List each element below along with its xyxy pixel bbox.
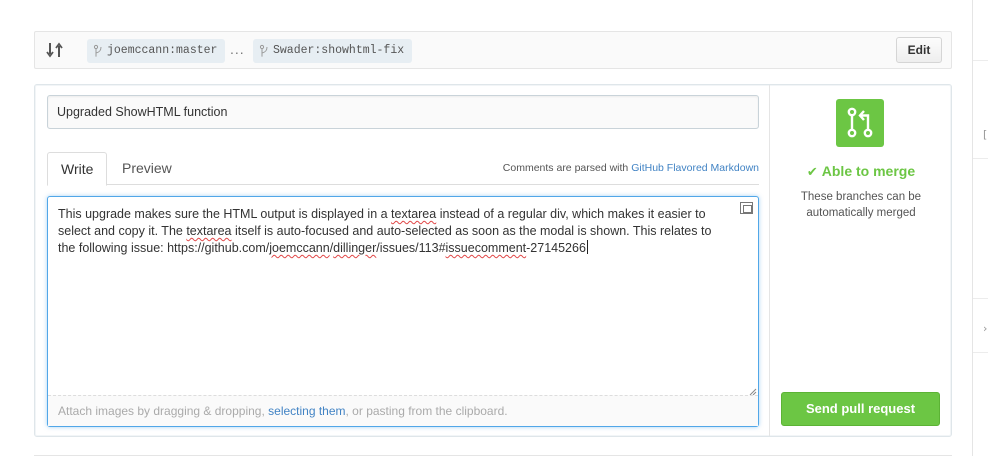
body-misspelled-word: issuecomment [445, 241, 527, 255]
edit-button[interactable]: Edit [896, 37, 942, 63]
merge-status: ✔ Able to merge [770, 163, 952, 180]
merge-icon [836, 99, 884, 147]
merge-status-label: Able to merge [821, 163, 916, 179]
compare-icon[interactable] [45, 40, 65, 60]
merge-panel: ✔ Able to merge These branches can be aut… [769, 85, 951, 436]
markdown-help-link[interactable]: GitHub Flavored Markdown [631, 162, 759, 174]
right-side-panel-partial: [ › [972, 0, 988, 456]
markdown-note-text: Comments are parsed with [502, 162, 629, 174]
branch-icon [259, 44, 268, 57]
merge-icon-graphic [847, 107, 873, 138]
check-icon: ✔ [806, 165, 818, 180]
pr-title-input[interactable]: Upgraded ShowHTML function [47, 95, 759, 129]
tab-write[interactable]: Write [47, 152, 108, 186]
body-text-segment: -27145266 [526, 241, 586, 255]
base-branch-selector[interactable]: joemccann:master [87, 39, 226, 63]
text-caret [586, 240, 588, 254]
body-misspelled-word: textarea [391, 207, 437, 221]
attach-text: Attach images by dragging & dropping, [58, 404, 269, 418]
select-files-link[interactable]: selecting them [268, 404, 345, 418]
compare-bar: joemccann:master ... Swader:showhtml-fix… [34, 31, 952, 69]
attach-images-area[interactable]: Attach images by dragging & dropping, se… [48, 395, 758, 426]
editor-tabs: Write Preview Comments are parsed with G… [47, 152, 759, 186]
body-misspelled-word: joemccann [269, 241, 330, 255]
send-pull-request-button[interactable]: Send pull request [781, 392, 940, 426]
pr-body-text[interactable]: This upgrade makes sure the HTML output … [58, 206, 730, 257]
composer-main: Upgraded ShowHTML function Write Preview… [35, 85, 769, 436]
base-branch-label: joemccann:master [107, 44, 218, 57]
attach-text: , or pasting from the clipboard. [345, 404, 508, 418]
body-misspelled-word: dillinger [333, 241, 377, 255]
head-branch-selector[interactable]: Swader:showhtml-fix [253, 39, 413, 63]
body-text-segment: /issues/113# [376, 241, 446, 255]
panel-divider [973, 352, 988, 353]
body-text-segment: This upgrade makes sure the HTML output … [58, 207, 392, 221]
head-branch-label: Swader:showhtml-fix [273, 44, 405, 57]
panel-icon-partial: › [983, 322, 988, 335]
body-misspelled-word: textarea [186, 224, 232, 238]
merge-description: These branches can be automatically merg… [800, 191, 922, 219]
panel-divider [973, 60, 988, 61]
panel-divider [973, 298, 988, 299]
branch-separator: ... [230, 41, 245, 57]
tab-preview[interactable]: Preview [109, 152, 185, 186]
panel-icon-partial: [ [983, 128, 988, 141]
markdown-note: Comments are parsed with GitHub Flavored… [503, 162, 759, 174]
fullscreen-icon[interactable] [740, 202, 753, 214]
panel-divider [973, 158, 988, 159]
pr-body-textarea[interactable]: This upgrade makes sure the HTML output … [47, 196, 759, 427]
pull-request-composer: Upgraded ShowHTML function Write Preview… [34, 84, 952, 437]
branch-icon [93, 44, 102, 57]
